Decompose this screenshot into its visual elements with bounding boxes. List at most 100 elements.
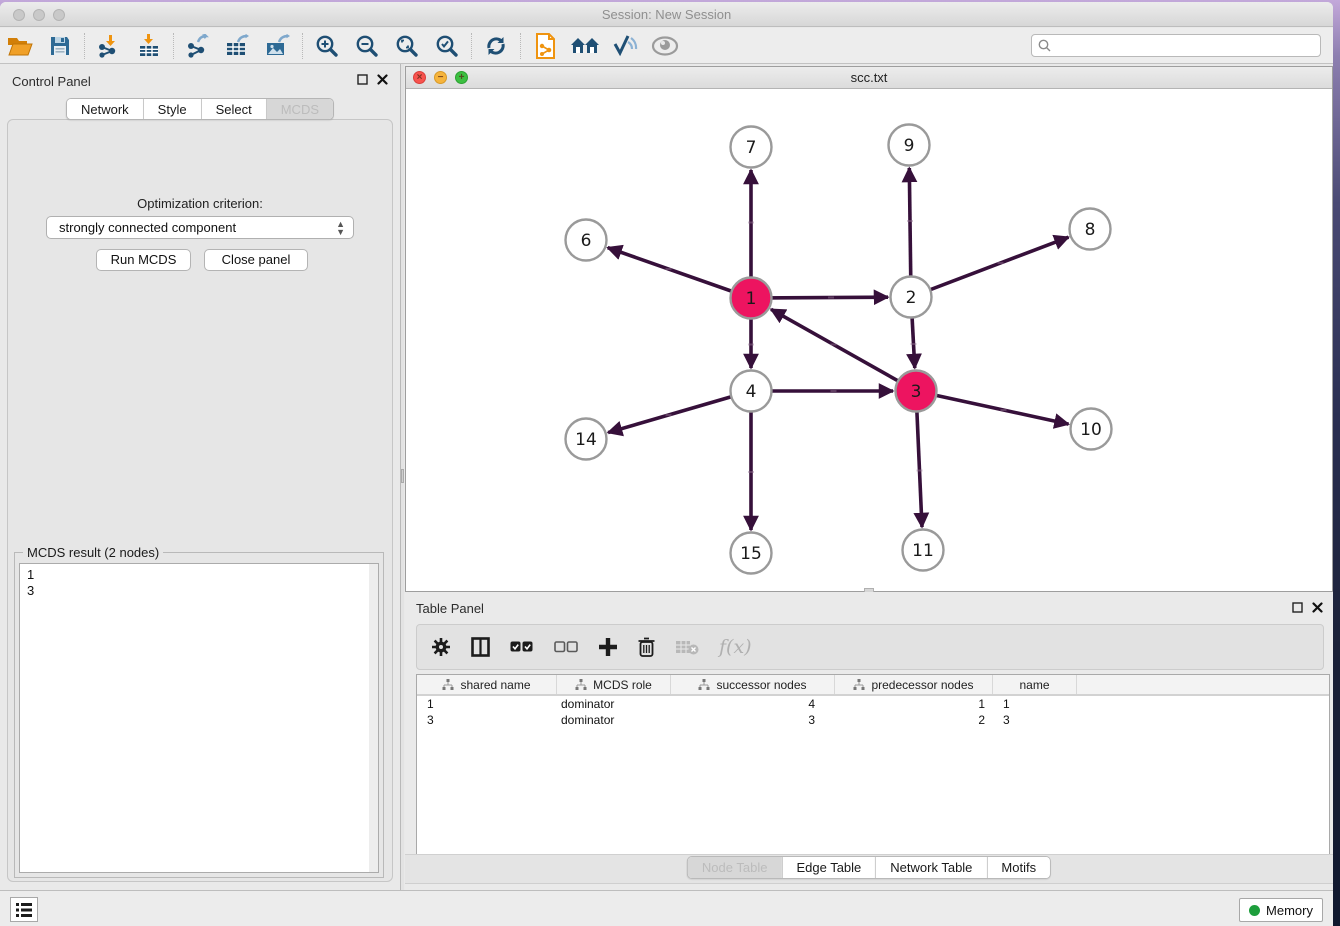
tab-select[interactable]: Select	[201, 99, 266, 119]
tab-edge-table[interactable]: Edge Table	[781, 857, 875, 878]
cell-mcds-role[interactable]: dominator	[557, 713, 671, 727]
close-panel-icon[interactable]	[1312, 602, 1323, 613]
network-window-titlebar[interactable]: × − + scc.txt	[406, 67, 1332, 89]
column-header-successor-nodes[interactable]: successor nodes	[671, 675, 835, 694]
float-panel-icon[interactable]	[1292, 602, 1303, 613]
vertical-splitter[interactable]	[400, 64, 404, 890]
scrollbar-track[interactable]	[369, 564, 378, 872]
edge-label-mark	[911, 343, 917, 345]
table-tabs: Node Table Edge Table Network Table Moti…	[687, 856, 1051, 879]
graph-node-label: 9	[904, 136, 915, 156]
gear-icon[interactable]	[431, 637, 451, 657]
graph-node-label: 1	[746, 289, 757, 309]
table-row[interactable]: 1 dominator 4 1 1	[417, 696, 1329, 712]
run-mcds-button[interactable]: Run MCDS	[96, 249, 191, 271]
cell-predecessor-nodes[interactable]: 1	[835, 697, 993, 711]
cell-successor-nodes[interactable]: 4	[671, 697, 835, 711]
deselect-all-icon[interactable]	[554, 641, 578, 654]
table-panel-title: Table Panel	[416, 601, 484, 616]
column-header-predecessor-nodes[interactable]: predecessor nodes	[835, 675, 993, 694]
result-line: 3	[27, 583, 378, 599]
graph-edge-1-6[interactable]	[608, 248, 751, 298]
optimization-criterion-label: Optimization criterion:	[8, 196, 392, 211]
column-icon[interactable]	[471, 637, 490, 657]
graph-edge-3-10[interactable]	[916, 391, 1069, 424]
graph-edge-4-14[interactable]	[608, 391, 751, 433]
table-toolbar: f(x)	[416, 624, 1324, 670]
toolbar-separator	[520, 33, 521, 59]
tree-icon	[442, 679, 454, 690]
tab-mcds[interactable]: MCDS	[266, 99, 333, 119]
column-header-mcds-role[interactable]: MCDS role	[557, 675, 671, 694]
graph-edge-3-1[interactable]	[771, 309, 916, 391]
close-panel-button[interactable]: Close panel	[204, 249, 308, 271]
task-history-button[interactable]	[10, 897, 38, 922]
search-field	[1031, 34, 1321, 57]
tab-network[interactable]: Network	[67, 99, 143, 119]
zoom-fit-icon[interactable]	[387, 31, 427, 61]
optimization-criterion-select[interactable]: strongly connected component ▲▼	[46, 216, 354, 239]
import-table-icon[interactable]	[129, 31, 169, 61]
tab-motifs[interactable]: Motifs	[986, 857, 1050, 878]
import-network-icon[interactable]	[89, 31, 129, 61]
node-table[interactable]: shared name MCDS role successor nodes pr…	[416, 674, 1330, 860]
result-line: 1	[27, 567, 378, 583]
save-session-icon[interactable]	[40, 31, 80, 61]
cell-mcds-role[interactable]: dominator	[557, 697, 671, 711]
mcds-result-list[interactable]: 1 3	[19, 563, 379, 873]
memory-label: Memory	[1266, 903, 1313, 918]
cell-name[interactable]: 3	[993, 713, 1077, 727]
home-icon[interactable]	[565, 31, 605, 61]
column-header-shared-name[interactable]: shared name	[417, 675, 557, 694]
export-image-icon[interactable]	[258, 31, 298, 61]
zoom-selected-icon[interactable]	[427, 31, 467, 61]
close-panel-icon[interactable]	[377, 74, 388, 85]
edge-label-mark	[998, 262, 1004, 264]
function-icon[interactable]: f(x)	[719, 636, 752, 658]
chevron-updown-icon: ▲▼	[336, 220, 345, 236]
zoom-in-icon[interactable]	[307, 31, 347, 61]
export-network-icon[interactable]	[178, 31, 218, 61]
zoom-out-icon[interactable]	[347, 31, 387, 61]
cell-name[interactable]: 1	[993, 697, 1077, 711]
toolbar-separator	[84, 33, 85, 59]
memory-button[interactable]: Memory	[1239, 898, 1323, 922]
edge-label-mark	[828, 297, 834, 299]
graph-node-label: 8	[1085, 220, 1096, 240]
status-bar: Memory	[0, 890, 1333, 926]
network-canvas[interactable]: 7968124314101511	[406, 89, 1332, 591]
cell-shared-name[interactable]: 3	[417, 713, 557, 727]
graph-node-label: 14	[575, 430, 597, 450]
network-window-title: scc.txt	[406, 70, 1332, 85]
edge-label-mark	[1001, 409, 1007, 411]
network-graph[interactable]: 7968124314101511	[406, 89, 1332, 592]
graph-node-label: 7	[746, 138, 757, 158]
delete-table-icon[interactable]	[675, 639, 699, 655]
edge-label-mark	[748, 471, 754, 473]
tab-node-table[interactable]: Node Table	[688, 857, 782, 878]
tab-network-table[interactable]: Network Table	[875, 857, 986, 878]
search-input[interactable]	[1031, 34, 1321, 57]
control-panel: Control Panel Network Style Select MCDS …	[0, 64, 400, 890]
title-bar: Session: New Session	[0, 2, 1333, 27]
cell-shared-name[interactable]: 1	[417, 697, 557, 711]
control-panel-tabs: Network Style Select MCDS	[66, 98, 334, 120]
add-icon[interactable]	[598, 637, 618, 657]
column-header-name[interactable]: name	[993, 675, 1077, 694]
tab-style[interactable]: Style	[143, 99, 201, 119]
float-panel-icon[interactable]	[357, 74, 368, 85]
refresh-icon[interactable]	[476, 31, 516, 61]
export-table-icon[interactable]	[218, 31, 258, 61]
graphics-details-icon[interactable]	[605, 31, 645, 61]
open-file-icon[interactable]	[0, 31, 40, 61]
graph-edge-2-8[interactable]	[911, 237, 1068, 297]
cell-successor-nodes[interactable]: 3	[671, 713, 835, 727]
new-network-icon[interactable]	[525, 31, 565, 61]
select-all-icon[interactable]	[510, 641, 534, 654]
table-row[interactable]: 3 dominator 3 2 3	[417, 712, 1329, 728]
splitter-grip[interactable]	[401, 469, 404, 483]
delete-icon[interactable]	[638, 637, 655, 657]
graph-node-label: 10	[1080, 420, 1102, 440]
cell-predecessor-nodes[interactable]: 2	[835, 713, 993, 727]
eye-icon[interactable]	[645, 31, 685, 61]
